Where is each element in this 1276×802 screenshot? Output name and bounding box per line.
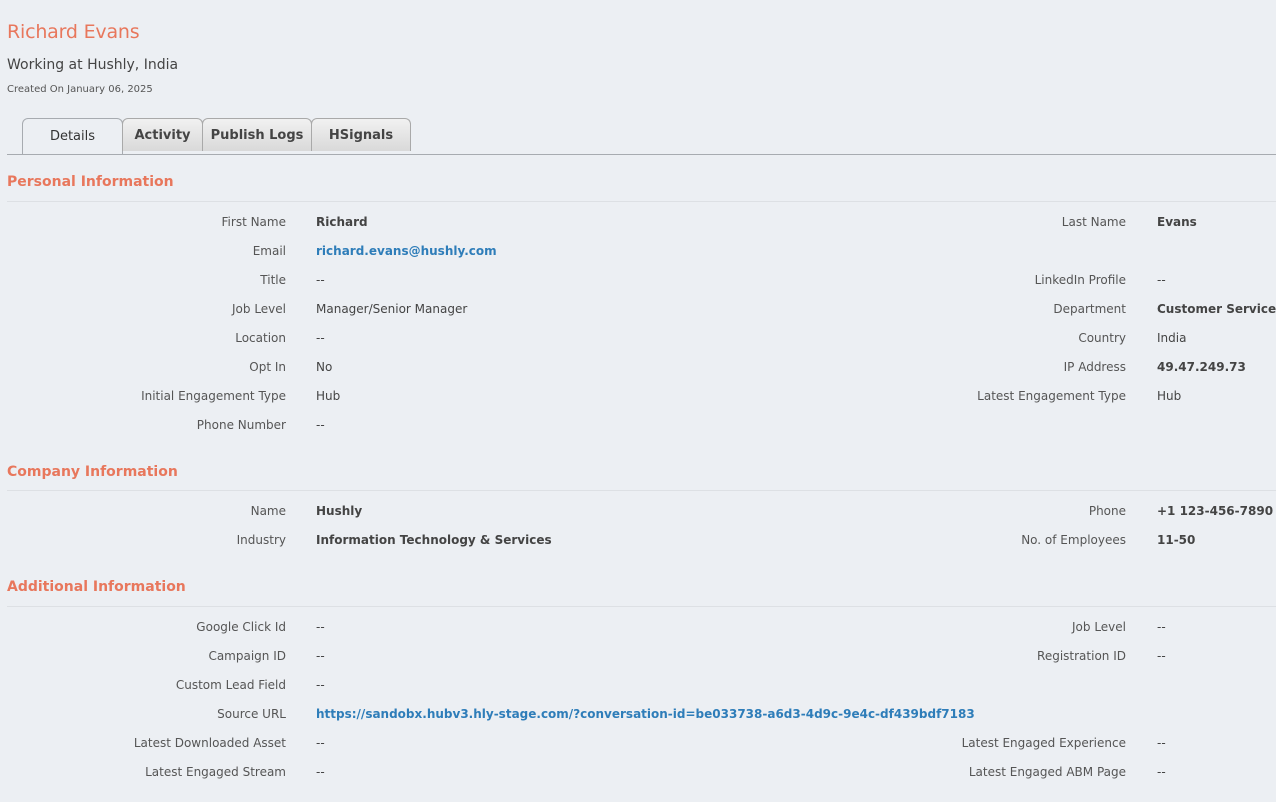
latest-engaged-stream-value: --	[316, 765, 325, 779]
job-level-value: Manager/Senior Manager	[316, 302, 468, 316]
section-title-additional: Additional Information	[7, 579, 186, 595]
tab-hsignals[interactable]: HSignals	[311, 118, 411, 151]
contact-name: Richard Evans	[7, 21, 140, 43]
company-name-value: Hushly	[316, 504, 363, 518]
industry-label: Industry	[236, 533, 286, 547]
email-label: Email	[252, 244, 286, 258]
source-url-label: Source URL	[217, 707, 286, 721]
title-label: Title	[260, 273, 286, 287]
department-label: Department	[1053, 302, 1126, 316]
industry-value: Information Technology & Services	[316, 533, 552, 547]
created-date: Created On January 06, 2025	[7, 84, 153, 95]
source-url-link[interactable]: https://sandobx.hubv3.hly-stage.com/?con…	[316, 707, 975, 721]
section-divider	[7, 201, 1276, 202]
department-value: Customer Service	[1157, 302, 1276, 316]
registration-id-value: --	[1157, 649, 1166, 663]
country-label: Country	[1078, 331, 1126, 345]
additional-job-level-label: Job Level	[1072, 620, 1126, 634]
title-value: --	[316, 273, 325, 287]
custom-lead-field-value: --	[316, 678, 325, 692]
company-phone-label: Phone	[1088, 504, 1126, 518]
campaign-id-label: Campaign ID	[208, 649, 286, 663]
linkedin-label: LinkedIn Profile	[1034, 273, 1126, 287]
first-name-label: First Name	[221, 215, 286, 229]
phone-number-label: Phone Number	[196, 418, 286, 432]
first-name-value: Richard	[316, 215, 368, 229]
company-phone-value: +1 123-456-7890	[1157, 504, 1274, 518]
section-title-company: Company Information	[7, 464, 178, 480]
opt-in-value: No	[316, 360, 333, 374]
location-label: Location	[235, 331, 286, 345]
tab-activity[interactable]: Activity	[122, 118, 203, 151]
ip-address-value: 49.47.249.73	[1157, 360, 1246, 374]
tab-publish-logs[interactable]: Publish Logs	[202, 118, 312, 151]
google-click-id-value: --	[316, 620, 325, 634]
initial-engagement-value: Hub	[316, 389, 341, 403]
custom-lead-field-label: Custom Lead Field	[175, 678, 286, 692]
employees-label: No. of Employees	[1021, 533, 1126, 547]
opt-in-label: Opt In	[249, 360, 286, 374]
section-divider	[7, 606, 1276, 607]
country-value: India	[1157, 331, 1187, 345]
latest-engaged-stream-label: Latest Engaged Stream	[145, 765, 286, 779]
last-name-label: Last Name	[1061, 215, 1126, 229]
last-name-value: Evans	[1157, 215, 1197, 229]
tab-details[interactable]: Details	[22, 118, 123, 154]
location-value: --	[316, 331, 325, 345]
latest-engaged-experience-label: Latest Engaged Experience	[961, 736, 1126, 750]
contact-subtitle: Working at Hushly, India	[7, 57, 179, 73]
linkedin-value: --	[1157, 273, 1166, 287]
latest-downloaded-asset-label: Latest Downloaded Asset	[133, 736, 286, 750]
latest-engagement-value: Hub	[1157, 389, 1182, 403]
initial-engagement-label: Initial Engagement Type	[141, 389, 286, 403]
tab-bar: Details Activity Publish Logs HSignals	[7, 118, 1276, 155]
job-level-label: Job Level	[232, 302, 286, 316]
latest-engaged-experience-value: --	[1157, 736, 1166, 750]
employees-value: 11-50	[1157, 533, 1196, 547]
company-name-label: Name	[250, 504, 286, 518]
registration-id-label: Registration ID	[1037, 649, 1126, 663]
ip-address-label: IP Address	[1063, 360, 1126, 374]
latest-engaged-abm-page-value: --	[1157, 765, 1166, 779]
section-divider	[7, 490, 1276, 491]
phone-number-value: --	[316, 418, 325, 432]
additional-job-level-value: --	[1157, 620, 1166, 634]
latest-engagement-label: Latest Engagement Type	[977, 389, 1126, 403]
section-title-personal: Personal Information	[7, 174, 174, 190]
latest-downloaded-asset-value: --	[316, 736, 325, 750]
campaign-id-value: --	[316, 649, 325, 663]
google-click-id-label: Google Click Id	[196, 620, 286, 634]
latest-engaged-abm-page-label: Latest Engaged ABM Page	[968, 765, 1126, 779]
email-link[interactable]: richard.evans@hushly.com	[316, 244, 497, 258]
